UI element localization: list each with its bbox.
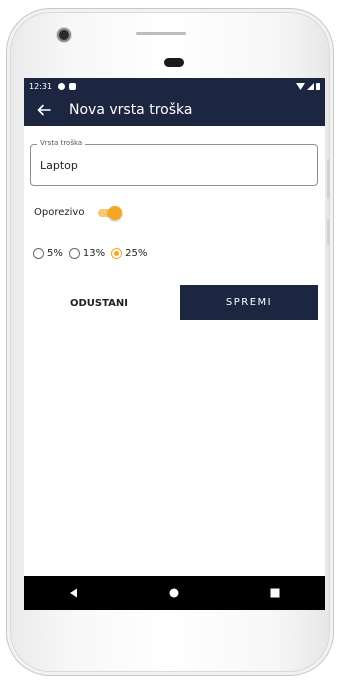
radio-label: 25% <box>125 248 148 259</box>
battery-icon <box>316 82 320 90</box>
power-button <box>327 219 330 245</box>
tax-rate-group: 5% 13% 25% <box>33 248 147 259</box>
app-bar: Nova vrsta troška <box>24 94 325 126</box>
notification-icon <box>58 82 66 90</box>
radio-checked-icon <box>111 248 123 259</box>
tax-option-25[interactable]: 25% <box>111 248 147 259</box>
signal-icon <box>307 82 314 90</box>
volume-button <box>327 159 330 199</box>
radio-label: 5% <box>47 248 63 259</box>
expense-type-input[interactable] <box>40 159 300 172</box>
proximity-sensor <box>164 58 184 67</box>
circle-icon <box>169 588 179 598</box>
wifi-icon <box>296 82 305 90</box>
status-time: 12:31 <box>29 81 53 91</box>
front-camera <box>59 30 69 40</box>
screen: 12:31 Nova vrsta troška Vrsta troška Opo… <box>24 78 325 610</box>
tax-option-13[interactable]: 13% <box>68 248 106 259</box>
nav-back-button[interactable] <box>54 578 94 608</box>
taxable-toggle[interactable] <box>98 206 123 220</box>
field-label: Vrsta troška <box>37 139 86 147</box>
taxable-label: Oporezivo <box>34 206 85 218</box>
square-icon <box>270 588 280 598</box>
radio-circle-icon <box>33 248 44 259</box>
radio-label: 13% <box>82 248 106 259</box>
toggle-knob <box>108 206 123 220</box>
nav-recents-button[interactable] <box>255 578 295 608</box>
page-title: Nova vrsta troška <box>69 102 193 118</box>
taxable-row: Oporezivo <box>34 206 123 220</box>
system-nav-bar <box>24 576 325 610</box>
status-bar: 12:31 <box>24 78 325 94</box>
earpiece <box>136 32 186 35</box>
save-button[interactable]: SPREMI <box>180 285 318 320</box>
back-button[interactable] <box>33 99 55 121</box>
radio-circle-icon <box>68 248 80 259</box>
tax-option-5[interactable]: 5% <box>33 248 63 259</box>
nav-home-button[interactable] <box>154 578 194 608</box>
arrow-left-icon <box>37 104 51 116</box>
expense-type-field[interactable]: Vrsta troška <box>30 139 318 186</box>
sd-card-icon <box>69 82 77 90</box>
triangle-left-icon <box>70 588 78 598</box>
cancel-button[interactable]: ODUSTANI <box>64 286 134 320</box>
